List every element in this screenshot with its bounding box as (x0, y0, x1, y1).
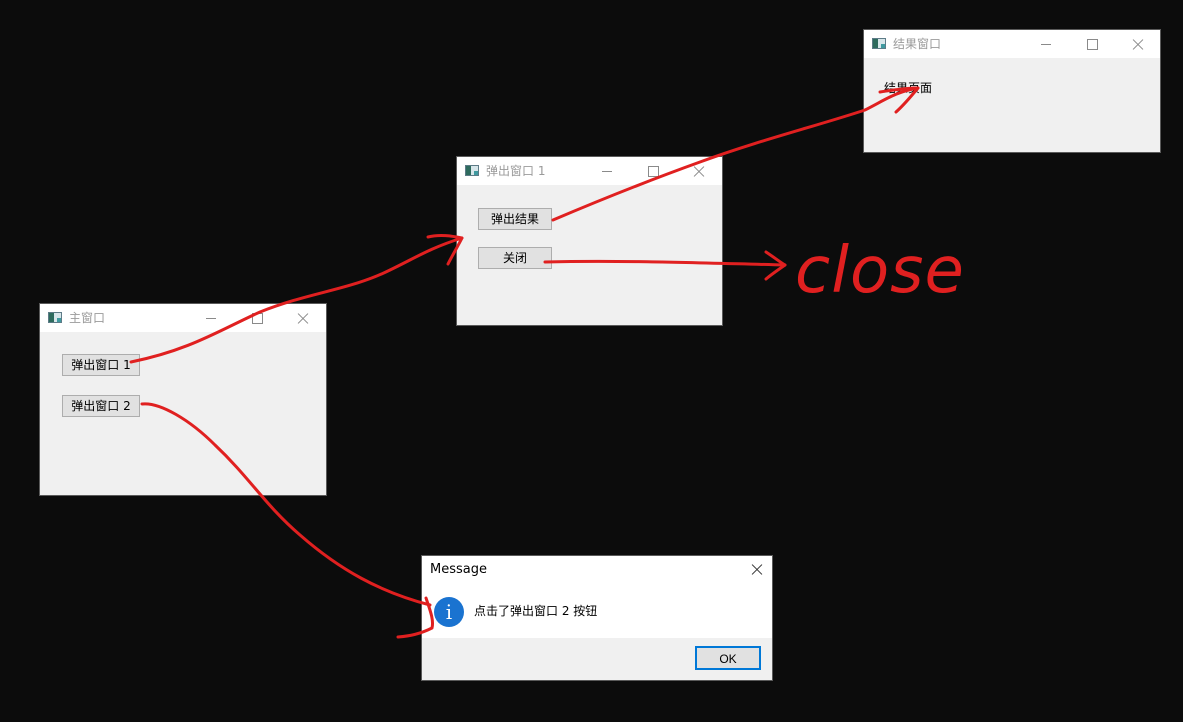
main-window-title: 主窗口 (69, 311, 106, 325)
maximize-icon[interactable] (234, 304, 280, 332)
minimize-icon[interactable] (584, 157, 630, 185)
result-window-titlebar[interactable]: 结果窗口 (864, 30, 1160, 58)
result-window: 结果窗口 结果页面 (863, 29, 1161, 153)
show-result-button[interactable]: 弹出结果 (478, 208, 552, 230)
maximize-icon[interactable] (1069, 30, 1115, 58)
main-window: 主窗口 弹出窗口 1 弹出窗口 2 (39, 303, 327, 496)
result-window-title: 结果窗口 (893, 37, 942, 51)
popup-window-1-titlebar[interactable]: 弹出窗口 1 (457, 157, 722, 185)
popup-window-1: 弹出窗口 1 弹出结果 关闭 (456, 156, 723, 326)
close-button[interactable]: 关闭 (478, 247, 552, 269)
annotation-close-text: close (795, 234, 965, 308)
app-icon (465, 165, 479, 176)
info-icon: i (434, 597, 464, 627)
minimize-icon[interactable] (188, 304, 234, 332)
app-icon (48, 312, 62, 323)
maximize-icon[interactable] (630, 157, 676, 185)
minimize-icon[interactable] (1023, 30, 1069, 58)
popup-window-1-button[interactable]: 弹出窗口 1 (62, 354, 140, 376)
arrowhead-close (764, 250, 787, 281)
ok-button[interactable]: OK (695, 646, 761, 670)
popup-window-2-button[interactable]: 弹出窗口 2 (62, 395, 140, 417)
close-icon[interactable] (422, 556, 772, 584)
message-text: 点击了弹出窗口 2 按钮 (474, 604, 598, 618)
close-icon[interactable] (1115, 30, 1161, 58)
result-page-label: 结果页面 (884, 81, 933, 95)
close-icon[interactable] (676, 157, 722, 185)
app-icon (872, 38, 886, 49)
close-icon[interactable] (280, 304, 326, 332)
message-box: Message i 点击了弹出窗口 2 按钮 OK (421, 555, 773, 681)
popup-window-1-title: 弹出窗口 1 (486, 164, 546, 178)
main-window-titlebar[interactable]: 主窗口 (40, 304, 326, 332)
